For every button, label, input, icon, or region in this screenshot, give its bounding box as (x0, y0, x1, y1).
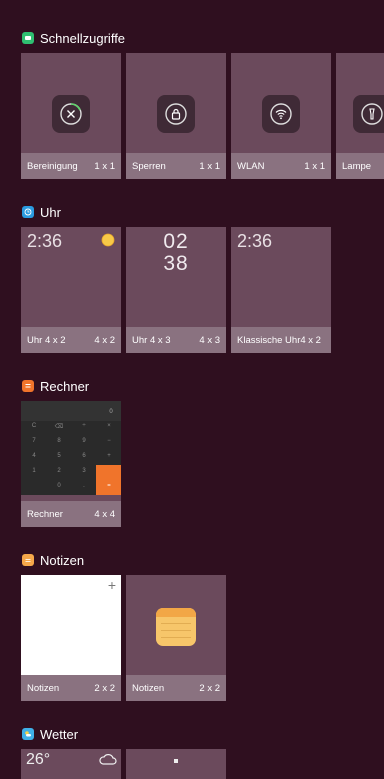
tile-size: 2 x 2 (94, 682, 115, 694)
section-header-clock: Uhr (22, 203, 61, 221)
tile-footer: Uhr 4 x 3 4 x 3 (126, 327, 226, 353)
calculator-key: ÷ (82, 423, 86, 429)
clock-stacked-time: 02 38 (126, 231, 226, 275)
section-header-notes: Notizen (22, 551, 84, 569)
clock-time: 2:36 (27, 231, 63, 251)
tile-footer: Notizen 2 x 2 (126, 675, 226, 701)
widget-tile-weather-1[interactable]: 26° (21, 749, 121, 779)
tile-footer: Rechner 4 x 4 (21, 501, 121, 527)
tile-footer: Uhr 4 x 2 4 x 2 (21, 327, 121, 353)
plus-icon: + (107, 577, 116, 593)
tile-size: 4 x 2 (94, 334, 115, 346)
tile-label: Notizen (132, 682, 165, 694)
tile-footer: Klassische Uhr4 x 2 (231, 327, 331, 353)
tile-label: Rechner (27, 508, 63, 520)
calculator-key: 3 (82, 468, 86, 474)
weather-app-icon (22, 728, 34, 740)
calculator-key: C (31, 423, 37, 429)
tile-size: 1 x 1 (199, 160, 220, 172)
clock-time: 2:36 (237, 231, 273, 251)
flashlight-icon (353, 95, 384, 133)
tile-size: 4 x 4 (94, 508, 115, 520)
calculator-key: = (107, 483, 111, 489)
calculator-preview: 0 C ⌫ ÷ × 7 8 9 − 4 5 6 + 1 2 3 0 . = (21, 401, 121, 495)
widget-tile-notes-icon[interactable]: Notizen 2 x 2 (126, 575, 226, 701)
tile-label: Uhr 4 x 2 (27, 334, 66, 346)
widget-tile-flashlight[interactable]: Lampe (336, 53, 384, 179)
calculator-key: ⌫ (54, 424, 64, 430)
widget-tile-classic-clock[interactable]: 2:36 Klassische Uhr4 x 2 (231, 227, 331, 353)
tile-size: 2 x 2 (199, 682, 220, 694)
clock-app-icon (22, 206, 34, 218)
tile-label: Uhr 4 x 3 (132, 334, 171, 346)
tile-footer: Sperren 1 x 1 (126, 153, 226, 179)
section-header-weather: Wetter (22, 725, 78, 743)
calculator-key: 9 (82, 438, 86, 444)
tile-footer: Notizen 2 x 2 (21, 675, 121, 701)
sun-icon (100, 232, 116, 253)
section-title: Uhr (40, 204, 61, 220)
tile-label: Notizen (27, 682, 60, 694)
notes-preview: + (21, 575, 121, 675)
section-title: Wetter (40, 726, 79, 742)
wifi-icon (262, 95, 300, 133)
calculator-key: − (107, 438, 111, 444)
calculator-key: 6 (82, 453, 86, 459)
calculator-key: 8 (57, 438, 61, 444)
calculator-key: × (107, 423, 111, 429)
tile-label: Klassische Uhr4 x 2 (237, 334, 321, 346)
tile-label: Lampe (342, 160, 372, 172)
calculator-key: 1 (32, 468, 36, 474)
widget-tile-cleanup[interactable]: Bereinigung 1 x 1 (21, 53, 121, 179)
quick-access-app-icon (22, 32, 34, 44)
section-title: Schnellzugriffe (40, 30, 126, 46)
tile-footer: Bereinigung 1 x 1 (21, 153, 121, 179)
notepad-icon (156, 608, 196, 646)
widget-tile-calculator[interactable]: 0 C ⌫ ÷ × 7 8 9 − 4 5 6 + 1 2 3 0 . = Re… (21, 401, 121, 527)
tile-label: Bereinigung (27, 160, 78, 172)
calculator-key: 4 (32, 453, 36, 459)
widget-tile-weather-2[interactable] (126, 749, 226, 779)
widget-tile-clock-4x2[interactable]: 2:36 Uhr 4 x 2 4 x 2 (21, 227, 121, 353)
widget-tile-clock-4x3[interactable]: 02 38 Uhr 4 x 3 4 x 3 (126, 227, 226, 353)
widget-tile-lock[interactable]: Sperren 1 x 1 (126, 53, 226, 179)
notes-app-icon (22, 554, 34, 566)
calculator-key: . (83, 483, 85, 489)
tile-label: Sperren (132, 160, 166, 172)
calculator-display: 0 (109, 409, 113, 415)
tile-label: WLAN (237, 160, 265, 172)
clock-minutes: 38 (163, 252, 189, 275)
calculator-app-icon (22, 380, 34, 392)
calculator-key: 5 (57, 453, 61, 459)
cleanup-icon (52, 95, 90, 133)
calculator-key: + (107, 453, 111, 459)
section-title: Notizen (40, 552, 85, 568)
weather-temperature: 26° (26, 751, 51, 768)
section-title: Rechner (40, 378, 90, 394)
calculator-key: 0 (57, 483, 61, 489)
tile-size: 1 x 1 (94, 160, 115, 172)
weather-marker-icon (174, 759, 178, 763)
calculator-key: 2 (57, 468, 61, 474)
section-header-calculator: Rechner (22, 377, 89, 395)
calculator-key: 7 (32, 438, 36, 444)
lock-icon (157, 95, 195, 133)
clock-hours: 02 (163, 230, 189, 253)
widget-tile-notes-list[interactable]: + Notizen 2 x 2 (21, 575, 121, 701)
tile-size: 4 x 3 (199, 334, 220, 346)
calculator-equals-key (96, 465, 121, 495)
section-header-quick-access: Schnellzugriffe (22, 29, 125, 47)
tile-footer: Lampe (336, 153, 384, 179)
tile-footer: WLAN 1 x 1 (231, 153, 331, 179)
tile-size: 1 x 1 (304, 160, 325, 172)
widget-tile-wifi[interactable]: WLAN 1 x 1 (231, 53, 331, 179)
cloud-icon (99, 752, 117, 771)
